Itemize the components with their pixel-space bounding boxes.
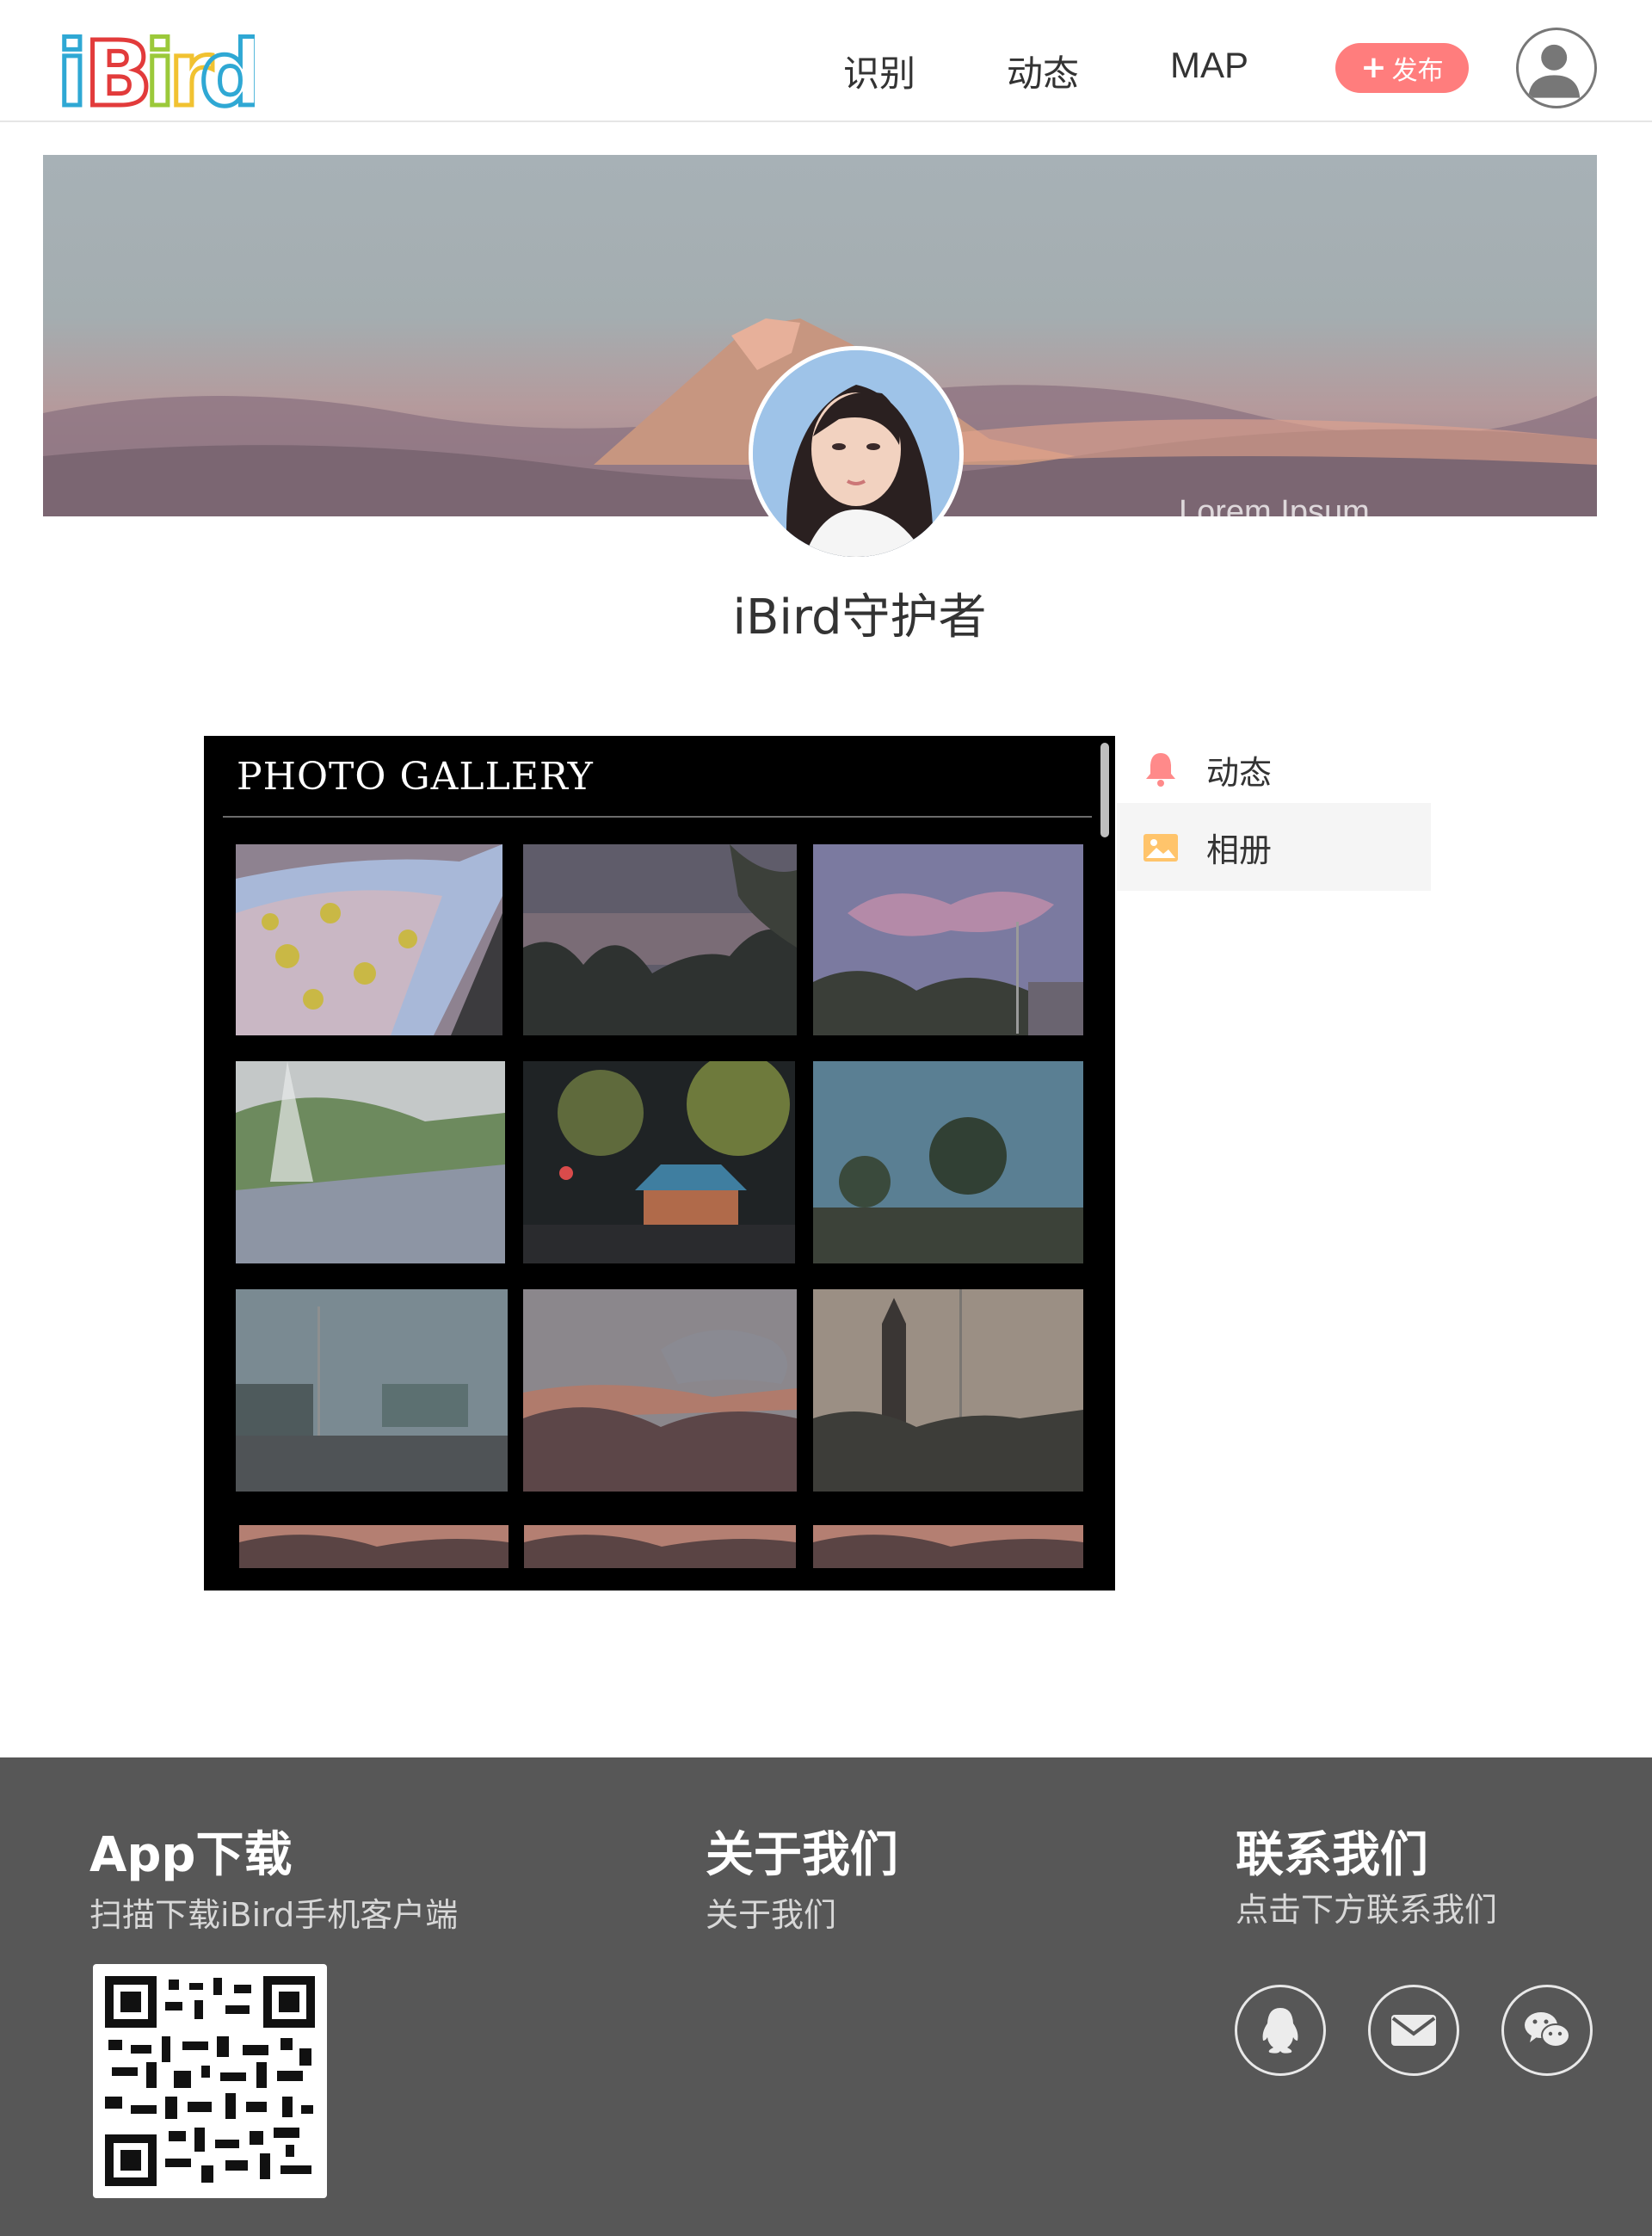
email-contact-button[interactable] <box>1368 1985 1459 2076</box>
footer-app-title: App下载 <box>89 1827 293 1883</box>
svg-text:i: i <box>57 22 88 114</box>
footer-contact-title: 联系我们 <box>1236 1827 1428 1883</box>
gallery-photo[interactable] <box>813 1289 1083 1492</box>
qq-contact-button[interactable] <box>1235 1985 1326 2076</box>
footer-about-title: 关于我们 <box>706 1827 898 1883</box>
photo-clock-tower <box>813 1289 1083 1492</box>
footer-app-subtitle: 扫描下载iBird手机客户端 <box>89 1896 459 1934</box>
side-item-feed[interactable]: 动态 <box>1117 736 1431 803</box>
gallery-photo[interactable] <box>813 1525 1083 1568</box>
side-item-label: 相册 <box>1206 831 1273 869</box>
user-avatar-button[interactable] <box>1516 28 1597 108</box>
mail-icon <box>1391 2015 1436 2046</box>
publish-button[interactable]: + 发布 <box>1335 43 1469 93</box>
svg-text:B: B <box>84 22 152 114</box>
footer-about-link[interactable]: 关于我们 <box>706 1888 836 1936</box>
gallery-photo[interactable] <box>236 1061 505 1263</box>
side-item-label: 动态 <box>1206 753 1273 792</box>
plus-icon: + <box>1360 50 1387 85</box>
photo-night-temple <box>523 1061 795 1263</box>
qq-icon <box>1262 2008 1298 2054</box>
photo-pink-clouds <box>813 844 1083 1035</box>
publish-label: 发布 <box>1391 56 1444 86</box>
side-item-album[interactable]: 相册 <box>1117 803 1431 891</box>
photo-sunset-strip <box>524 1525 796 1568</box>
qr-code-image <box>105 1976 315 2186</box>
ibird-logo[interactable]: i B i r d <box>55 19 266 129</box>
photo-blue-sky-trees <box>813 1061 1083 1263</box>
ibird-logo-mark: i B i r d <box>55 20 266 129</box>
photo-road-sunlight <box>236 1061 505 1263</box>
top-header: i B i r d 识别 动态 MAP + 发布 <box>0 0 1652 129</box>
nav-identify[interactable]: 识别 <box>843 45 915 97</box>
user-icon <box>1528 44 1581 98</box>
photo-flowers <box>236 844 502 1035</box>
footer-contact-subtitle: 点击下方联系我们 <box>1236 1891 1498 1929</box>
profile-avatar[interactable] <box>749 346 964 561</box>
photo-gallery: PHOTO GALLERY <box>204 736 1115 1591</box>
nav-map[interactable]: MAP <box>1170 45 1248 86</box>
banner-caption: Lorem Ipsum <box>1179 494 1370 530</box>
profile-name: iBird守护者 <box>732 590 987 645</box>
gallery-title: PHOTO GALLERY <box>237 755 594 799</box>
profile-photo <box>753 350 959 557</box>
gallery-divider <box>223 816 1092 818</box>
gallery-photo[interactable] <box>236 844 502 1035</box>
wechat-icon <box>1525 2012 1570 2048</box>
photo-sunset-strip <box>813 1525 1083 1568</box>
bell-icon <box>1141 750 1180 789</box>
app-download-qr-code <box>93 1964 327 2198</box>
photo-street <box>236 1289 508 1492</box>
gallery-photo[interactable] <box>813 1061 1083 1263</box>
photo-sunset-mountains <box>523 1289 797 1492</box>
gallery-photo[interactable] <box>523 844 797 1035</box>
gallery-photo[interactable] <box>524 1525 796 1568</box>
site-footer: App下载 扫描下载iBird手机客户端 关于我们 关于我们 联系我们 点击下方… <box>0 1757 1652 2236</box>
photo-dusk-trees <box>523 844 797 1035</box>
gallery-photo[interactable] <box>523 1289 797 1492</box>
nav-feed[interactable]: 动态 <box>1007 45 1079 97</box>
image-icon <box>1141 827 1180 867</box>
gallery-photo[interactable] <box>236 1289 508 1492</box>
gallery-photo[interactable] <box>239 1525 509 1568</box>
profile-side-menu: 动态 相册 <box>1117 736 1431 891</box>
gallery-photo[interactable] <box>813 844 1083 1035</box>
gallery-scrollbar[interactable] <box>1100 743 1109 837</box>
gallery-photo[interactable] <box>523 1061 795 1263</box>
photo-sunset-strip <box>239 1525 509 1568</box>
svg-text:d: d <box>200 22 255 114</box>
wechat-contact-button[interactable] <box>1501 1985 1593 2076</box>
